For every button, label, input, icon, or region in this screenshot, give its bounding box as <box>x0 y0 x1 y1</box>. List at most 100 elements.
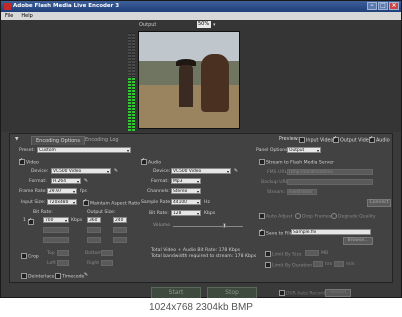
frame-rate-label: Frame Rate: <box>19 189 47 194</box>
minimize-button[interactable]: – <box>367 2 377 10</box>
fms-url-input[interactable]: rtmp://localhost/live <box>287 169 373 175</box>
audio-format-select[interactable]: Mp3 <box>171 178 201 184</box>
audio-checkbox[interactable]: Audio <box>141 157 161 166</box>
menu-bar: File Help <box>1 12 401 20</box>
record-button[interactable]: Record <box>325 289 351 297</box>
connect-button[interactable]: Connect <box>367 199 391 207</box>
kbps-label-1: Kbps <box>71 218 83 223</box>
limit-by-duration-checkbox[interactable]: Limit By Duration <box>265 262 312 269</box>
crop-left-input[interactable] <box>57 260 69 266</box>
limit-by-size-checkbox[interactable]: Limit By Size <box>265 251 302 258</box>
output-height-3[interactable] <box>113 237 127 243</box>
video-device-label: Device: <box>31 169 49 174</box>
app-window: Adobe Flash Media Live Encoder 3 – □ × F… <box>0 0 402 299</box>
total-bitrate-text: Total Video + Audio Bit Rate: 178 Kbps <box>151 248 241 253</box>
timecode-checkbox[interactable]: Timecode <box>55 273 84 280</box>
stream-1-checkbox[interactable] <box>28 217 34 225</box>
menu-help[interactable]: Help <box>21 12 32 20</box>
backup-url-input[interactable] <box>287 179 373 185</box>
crop-top-label: Top <box>47 251 55 256</box>
hrs-label: hrs <box>325 262 333 267</box>
crop-top-input[interactable] <box>57 250 69 256</box>
menu-file[interactable]: File <box>5 12 13 20</box>
volume-slider-knob[interactable] <box>223 223 226 228</box>
duration-hrs-input[interactable] <box>313 261 323 267</box>
video-checkbox[interactable]: Video <box>19 157 39 166</box>
mb-label: MB <box>321 251 329 256</box>
crop-left-label: Left <box>47 261 56 266</box>
dvr-auto-record-checkbox[interactable]: DVR Auto Record <box>279 290 325 297</box>
save-file-input[interactable]: Sample.flv <box>291 229 371 235</box>
volume-slider[interactable] <box>173 226 243 227</box>
video-format-settings-icon[interactable]: ✎ <box>83 178 89 184</box>
bitrate-3-select[interactable] <box>43 237 69 243</box>
hz-label: Hz <box>204 200 210 205</box>
crop-bottom-label: Bottom <box>85 251 102 256</box>
preset-select[interactable]: Custom <box>37 147 131 153</box>
deinterlace-checkbox[interactable]: Deinterlace <box>21 273 55 280</box>
maximize-button[interactable]: □ <box>378 2 388 10</box>
auto-adjust-checkbox[interactable]: Auto Adjust <box>259 213 293 220</box>
audio-device-select[interactable]: VC500 Video <box>171 168 231 174</box>
stream-name-input[interactable]: livestream <box>287 189 317 195</box>
panel-options-select[interactable]: Output <box>287 147 321 153</box>
browse-button[interactable]: Browse... <box>343 237 373 245</box>
output-height-2[interactable] <box>113 227 127 233</box>
audio-device-label: Device: <box>153 169 171 174</box>
audio-preview-toggle[interactable]: Audio <box>369 135 390 144</box>
bitrate-1-select[interactable]: 700 <box>43 217 69 223</box>
maintain-aspect-checkbox[interactable]: Maintain Aspect Ratio <box>83 198 140 207</box>
man-figure <box>179 65 193 107</box>
audio-bit-rate-label: Bit Rate: <box>149 211 169 216</box>
window-title: Adobe Flash Media Live Encoder 3 <box>13 3 120 9</box>
save-to-file-checkbox[interactable]: Save to File <box>259 228 293 237</box>
fms-url-label: FMS URL: <box>267 170 289 175</box>
input-size-label: Input Size: <box>21 200 46 205</box>
frame-rate-select[interactable]: 29.97 <box>47 188 77 194</box>
audio-device-settings-icon[interactable]: ✎ <box>233 168 239 174</box>
video-format-select[interactable]: H.264 <box>51 178 81 184</box>
bitrate-2-select[interactable] <box>43 227 69 233</box>
chevron-down-icon[interactable]: ▾ <box>213 22 216 28</box>
sample-rate-select[interactable]: 44100 <box>171 199 201 205</box>
timecode-settings-icon[interactable]: ✎ <box>83 272 89 278</box>
input-video-toggle[interactable]: Input Video <box>299 137 333 144</box>
preset-label: Preset: <box>19 148 35 153</box>
tab-encoding-log[interactable]: Encoding Log <box>81 136 123 144</box>
crop-right-label: Right <box>87 261 100 266</box>
audio-kbps-label: Kbps <box>204 211 216 216</box>
channels-select[interactable]: Stereo <box>171 188 201 194</box>
degrade-quality-radio[interactable]: Degrade Quality <box>331 213 376 220</box>
bit-rate-label: Bit Rate: <box>33 210 53 215</box>
stream-name-label: Stream: <box>267 190 286 195</box>
total-bandwidth-text: Total bandwidth required to stream: 178 … <box>151 254 257 259</box>
video-device-settings-icon[interactable]: ✎ <box>113 168 119 174</box>
stream-to-fms-checkbox[interactable]: Stream to Flash Media Server <box>259 159 334 166</box>
collapse-arrow-icon[interactable]: ▼ <box>15 137 19 142</box>
audio-bit-rate-select[interactable]: 128 <box>171 210 201 216</box>
channels-label: Channels: <box>147 189 170 194</box>
duration-min-input[interactable] <box>334 261 344 267</box>
input-size-select[interactable]: 720x480 <box>47 199 77 205</box>
audio-meter-right <box>132 33 135 131</box>
bear-figure <box>201 54 229 112</box>
output-height-input[interactable]: 240 <box>113 217 127 223</box>
audio-format-label: Format: <box>151 179 169 184</box>
output-preview-label: Output <box>139 22 157 28</box>
zoom-select[interactable]: 50% <box>197 21 211 28</box>
crop-checkbox[interactable]: Crop <box>21 253 39 260</box>
tab-encoding-options[interactable]: Encoding Options <box>31 136 85 145</box>
output-width-input[interactable]: 360 <box>87 217 101 223</box>
fps-label: fps <box>80 189 87 194</box>
app-icon <box>4 3 11 10</box>
video-device-select[interactable]: VC500 Video <box>51 168 111 174</box>
limit-size-input[interactable] <box>305 250 319 256</box>
title-bar: Adobe Flash Media Live Encoder 3 – □ × <box>1 1 401 12</box>
crop-bottom-input[interactable] <box>101 250 113 256</box>
output-width-3[interactable] <box>87 237 101 243</box>
crop-right-input[interactable] <box>101 260 113 266</box>
close-button[interactable]: × <box>389 2 399 10</box>
output-video-toggle[interactable]: Output Video <box>333 135 372 144</box>
drop-frames-radio[interactable]: Drop Frames <box>295 213 331 220</box>
output-width-2[interactable] <box>87 227 101 233</box>
